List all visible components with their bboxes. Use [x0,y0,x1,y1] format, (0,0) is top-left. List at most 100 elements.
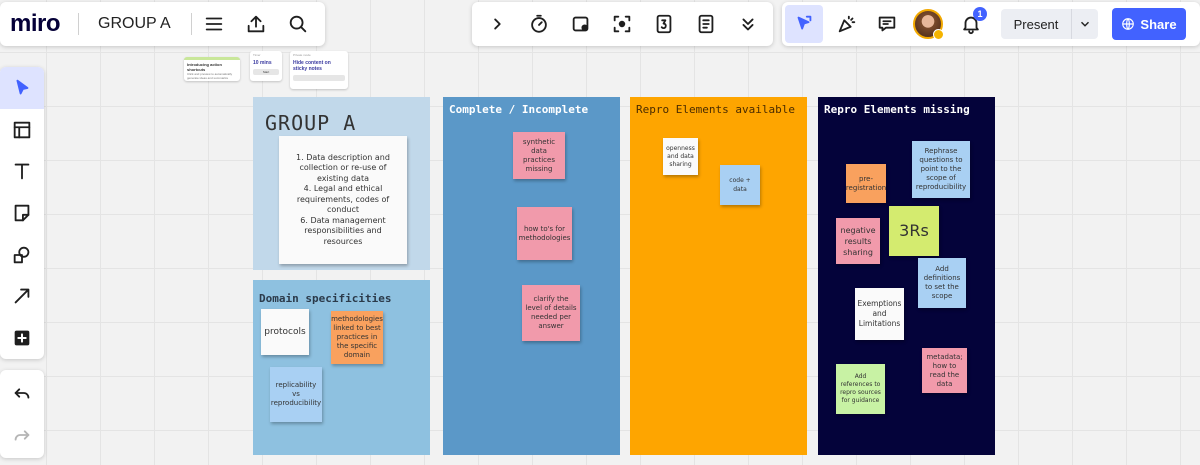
presence-bar: 1 Present Share [782,2,1200,46]
chevron-down-icon [1080,21,1090,27]
comment-icon [878,16,896,32]
undo-icon [14,388,30,399]
sticky-note-icon [14,204,30,222]
share-label: Share [1140,16,1177,32]
board-header: miro GROUP A [0,2,325,46]
globe-icon [1122,18,1135,30]
notifications-button[interactable]: 1 [953,6,989,42]
miro-logo[interactable]: miro [10,10,61,38]
sticky-note-rephrase-questions[interactable]: Rephrase questions to point to the scope… [912,141,970,198]
frame-repro-available[interactable]: Repro Elements available openness and da… [630,97,807,455]
redo-button[interactable] [0,414,44,456]
notification-badge: 1 [973,7,987,21]
arrow-icon [14,289,30,304]
counter-button[interactable] [646,6,682,42]
reactions-button[interactable] [829,6,865,42]
frame-group-a[interactable]: GROUP A 1. Data description and collecti… [253,97,430,270]
card-button[interactable]: Start [253,69,279,75]
sticky-note-metadata[interactable]: metadata; how to read the data [922,348,967,393]
search-icon [289,15,306,33]
timer-icon [530,14,547,33]
frame-title: Repro Elements missing [824,103,970,116]
export-button[interactable] [238,6,274,42]
text-tool[interactable] [0,150,44,192]
menu-icon [205,17,222,31]
avatar[interactable] [913,9,944,40]
select-tool[interactable] [0,67,44,109]
sticky-note-openness[interactable]: openness and data sharing [663,138,698,175]
sticky-note-code-data[interactable]: code + data [720,165,760,205]
card-label: Timer [253,53,261,57]
comments-button[interactable] [869,6,905,42]
notes-icon [698,14,714,34]
note-line: 6. Data management responsibilities and … [300,215,386,246]
card-title: Hide content on sticky notes [293,60,331,72]
chevron-right-icon [494,18,501,30]
video-button[interactable] [563,6,599,42]
cursor-mode-button[interactable] [785,5,823,43]
frame-title: Repro Elements available [636,103,795,116]
frame-repro-missing[interactable]: Repro Elements missing pre-registration … [818,97,995,455]
sticky-note-add-references[interactable]: Add references to repro sources for guid… [836,364,885,414]
shapes-tool[interactable] [0,234,44,276]
board-name[interactable]: GROUP A [98,15,171,33]
more-tools-button[interactable] [730,6,766,42]
celebrate-icon [838,15,856,33]
header-divider [190,13,192,35]
shapes-icon [13,246,30,263]
undo-redo-toolbar [0,370,44,458]
sticky-note-protocols[interactable]: protocols [261,309,309,355]
card-button[interactable] [293,75,345,81]
counter-icon [656,14,672,34]
redo-icon [14,430,30,441]
present-button[interactable]: Present [1001,9,1071,39]
frame-complete-incomplete[interactable]: Complete / Incomplete synthetic data pra… [443,97,620,455]
frame-capture-button[interactable] [604,6,640,42]
sticky-note-how-tos[interactable]: how to's for methodologies [517,207,572,260]
sticky-note-methodologies[interactable]: methodologies linked to best practices i… [331,311,383,364]
sticky-note-preregistration[interactable]: pre-registration [846,164,886,203]
expand-button[interactable] [479,6,515,42]
header-divider [78,13,80,35]
collaboration-toolbar [472,2,773,46]
timer-button[interactable] [521,6,557,42]
sticky-note-negative-results[interactable]: negative results sharing [836,218,880,264]
search-button[interactable] [280,6,316,42]
status-icon [933,29,944,40]
action-shortcuts-card[interactable]: Introducing action shortcuts Click and p… [184,57,240,81]
export-icon [247,15,264,33]
frame-title: GROUP A [265,111,357,135]
menu-button[interactable] [196,6,232,42]
text-icon [14,163,30,180]
sticky-note-3rs[interactable]: 3Rs [889,206,939,256]
plus-square-icon [14,330,30,346]
card-title: Introducing action shortcuts [187,62,222,72]
undo-button[interactable] [0,372,44,414]
templates-tool[interactable] [0,109,44,151]
frame-domain-specificities[interactable]: Domain specificities protocols methodolo… [253,280,430,455]
sticky-note-group-a-sections[interactable]: 1. Data description and collection or re… [279,136,407,264]
frame-title: Domain specificities [259,292,392,305]
present-button-group: Present [1001,9,1098,39]
timer-card[interactable]: Timer 10 mins Start [250,51,282,81]
cursor-arrow-icon [16,79,29,95]
sticky-note-synthetic-data[interactable]: synthetic data practices missing [513,132,565,179]
sticky-note-exemptions[interactable]: Exemptions and Limitations [855,288,904,340]
frame-capture-icon [614,15,631,33]
card-label: Private mode [293,53,311,57]
sticky-note-add-definitions[interactable]: Add definitions to set the scope [918,258,966,308]
note-line: 1. Data description and collection or re… [296,152,390,183]
share-button[interactable]: Share [1112,8,1186,40]
card-body: Click and preview to automatically gener… [187,72,233,80]
more-apps-tool[interactable] [0,317,44,359]
sticky-note-clarify-details[interactable]: clarify the level of details needed per … [522,285,580,341]
connection-line-tool[interactable] [0,276,44,318]
creation-toolbar [0,67,44,359]
sticky-note-tool[interactable] [0,192,44,234]
private-mode-card[interactable]: Private mode Hide content on sticky note… [290,51,348,89]
video-icon [572,16,588,32]
present-options-button[interactable] [1071,9,1098,39]
sticky-note-replicability[interactable]: replicability vs reproducibility [270,367,322,422]
notes-button[interactable] [688,6,724,42]
frame-title: Complete / Incomplete [449,103,589,116]
